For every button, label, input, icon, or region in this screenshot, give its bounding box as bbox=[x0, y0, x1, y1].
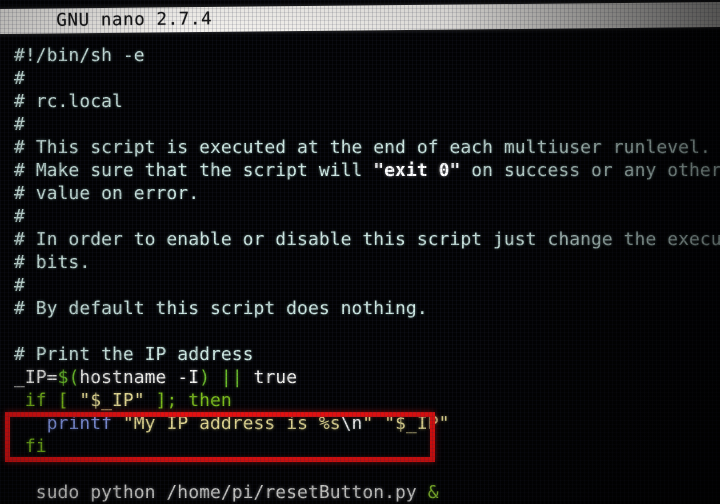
code-token: # value on error. bbox=[14, 183, 200, 204]
code-token: # bits. bbox=[14, 252, 91, 273]
code-token: on success or any other bbox=[460, 160, 720, 181]
code-line: # This script is executed at the end of … bbox=[0, 136, 720, 159]
code-line: # bits. bbox=[0, 251, 720, 274]
code-token: #!/bin/sh -e bbox=[14, 45, 145, 66]
editor-title-label: GNU nano 2.7.4 bbox=[33, 9, 213, 31]
code-line: # By default this script does nothing. bbox=[0, 297, 720, 320]
nano-editor-screen: GNU nano 2.7.4 #!/bin/sh -e # # rc.local # #… bbox=[0, 0, 720, 504]
code-line: _IP=$(hostname -I) || true bbox=[0, 366, 720, 389]
code-line: # rc.local bbox=[0, 90, 720, 113]
code-line: # bbox=[0, 67, 720, 90]
code-token: [ bbox=[57, 390, 69, 411]
code-token: true bbox=[242, 367, 298, 388]
code-text-area[interactable]: #!/bin/sh -e # # rc.local # # This script is… bbox=[0, 44, 720, 504]
code-token: # This script is executed at the end of … bbox=[14, 137, 711, 158]
code-line: fi bbox=[0, 435, 720, 458]
code-token: # bbox=[14, 275, 25, 296]
code-token: ) bbox=[199, 367, 210, 388]
code-token: "My IP address is %s bbox=[122, 413, 341, 434]
code-token: then bbox=[188, 390, 232, 411]
code-token: # bbox=[14, 206, 25, 227]
code-token: # bbox=[14, 114, 25, 135]
code-line: #!/bin/sh -e bbox=[0, 44, 720, 67]
code-token: "exit 0" bbox=[373, 160, 461, 181]
code-token: || bbox=[220, 367, 243, 388]
code-token: if bbox=[24, 390, 47, 411]
code-token: # Print the IP address bbox=[14, 344, 254, 365]
code-token: " bbox=[362, 413, 374, 434]
code-line: printf "My IP address is %s\n" "$_IP" bbox=[0, 412, 720, 435]
code-line: # Make sure that the script will "exit 0… bbox=[0, 159, 720, 182]
code-token: fi bbox=[24, 436, 47, 457]
code-line: # Print the IP address bbox=[0, 343, 720, 366]
code-line: if [ "$_IP" ]; then bbox=[0, 389, 720, 412]
editor-title-bar: GNU nano 2.7.4 bbox=[0, 0, 720, 44]
code-line: # bbox=[0, 274, 720, 297]
code-token: _IP= bbox=[14, 367, 58, 388]
code-line: # bbox=[0, 113, 720, 136]
code-token: & bbox=[427, 482, 439, 503]
code-token: # bbox=[14, 68, 25, 89]
code-token: # rc.local bbox=[14, 91, 123, 112]
code-token: "$_IP" bbox=[79, 390, 145, 411]
code-token: \n bbox=[340, 413, 363, 434]
code-token: ]; bbox=[155, 390, 178, 411]
code-token: # Make sure that the script will bbox=[14, 160, 374, 181]
code-line: # In order to enable or disable this scr… bbox=[0, 228, 720, 251]
code-line: # bbox=[0, 205, 720, 228]
code-token: sudo python /home/pi/resetButton.py bbox=[14, 482, 428, 503]
code-line-highlighted: sudo python /home/pi/resetButton.py & bbox=[0, 481, 720, 504]
code-token: hostname -I bbox=[79, 367, 200, 388]
code-token: "$_IP" bbox=[384, 413, 450, 434]
code-token: printf bbox=[46, 413, 112, 434]
code-token: # In order to enable or disable this scr… bbox=[14, 229, 720, 250]
code-token: # By default this script does nothing. bbox=[14, 298, 428, 319]
code-line: # value on error. bbox=[0, 182, 720, 205]
code-token: $( bbox=[57, 367, 80, 388]
